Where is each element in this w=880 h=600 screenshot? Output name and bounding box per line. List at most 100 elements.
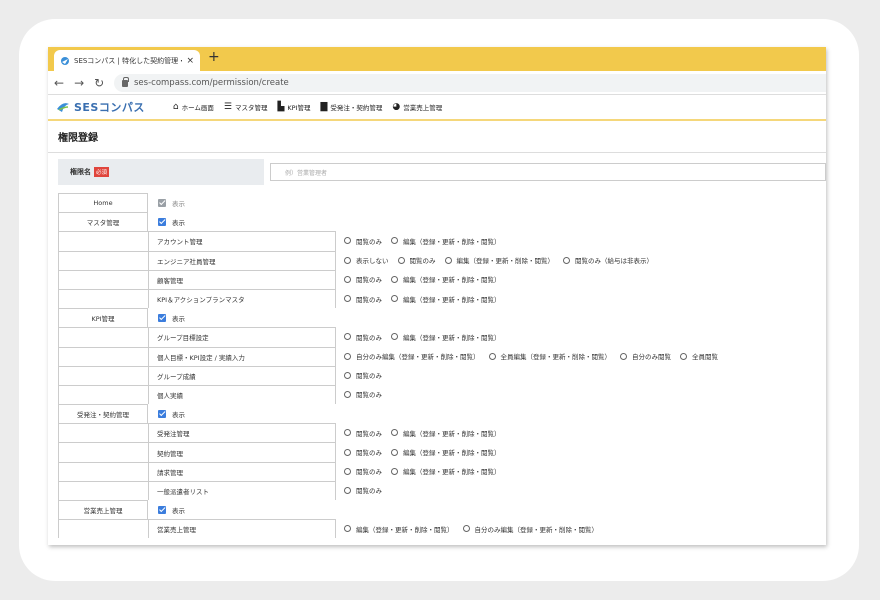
url-text: ses-compass.com/permission/create <box>134 78 289 88</box>
section-name: 受発注・契約管理 <box>58 404 148 424</box>
option-label: 閲覧のみ <box>356 429 382 438</box>
radio-button[interactable] <box>344 295 351 303</box>
forward-arrow-icon[interactable]: → <box>74 76 84 90</box>
nav-sales[interactable]: ◕ 営業売上管理 <box>392 102 442 112</box>
permission-name-input[interactable]: 例）営業管理者 <box>270 163 826 181</box>
radio-button[interactable] <box>344 467 351 475</box>
permission-radio-option[interactable]: 閲覧のみ <box>397 255 436 265</box>
permission-row: 個人目標・KPI設定 / 実績入力 自分のみ編集（登録・更新・削除・閲覧） 全員編集… <box>58 346 826 366</box>
permission-radio-option[interactable]: 閲覧のみ <box>344 274 382 284</box>
show-label: 表示 <box>172 218 185 227</box>
nav-kpi[interactable]: ▙ KPI管理 <box>277 102 310 112</box>
show-checkbox[interactable]: 表示 <box>158 212 185 231</box>
permission-item-label: 契約管理 <box>148 442 336 462</box>
permission-radio-option[interactable]: 自分のみ閲覧 <box>620 351 671 361</box>
show-label: 表示 <box>172 314 185 323</box>
checkbox-checked-icon <box>158 313 166 322</box>
radio-button[interactable] <box>344 371 351 379</box>
permission-radio-option[interactable]: 閲覧のみ（給与は非表示） <box>563 255 653 265</box>
option-label: 編集（登録・更新・削除・閲覧） <box>356 525 454 534</box>
permission-radio-option[interactable]: 編集（登録・更新・削除・閲覧） <box>391 428 501 438</box>
option-label: 自分のみ編集（登録・更新・削除・閲覧） <box>356 353 480 362</box>
nav-home[interactable]: ⌂ ホーム画面 <box>173 102 214 112</box>
address-bar: ← → ↻ ses-compass.com/permission/create <box>48 71 826 95</box>
permission-radio-option[interactable]: 閲覧のみ <box>344 447 382 457</box>
permission-item-label: アカウント管理 <box>148 231 336 251</box>
section-name: KPI管理 <box>58 308 148 328</box>
radio-button[interactable] <box>344 390 351 398</box>
permission-radio-option[interactable]: 編集（登録・更新・削除・閲覧） <box>391 447 501 457</box>
radio-button[interactable] <box>391 429 398 437</box>
new-tab-button[interactable]: + <box>208 49 220 65</box>
radio-button[interactable] <box>444 256 452 264</box>
permission-radio-option[interactable]: 編集（登録・更新・削除・閲覧） <box>344 524 454 534</box>
radio-button[interactable] <box>391 448 398 456</box>
reload-icon[interactable]: ↻ <box>94 76 104 90</box>
permission-radio-option[interactable]: 閲覧のみ <box>344 466 382 476</box>
permission-radio-option[interactable]: 表示しない <box>344 255 389 265</box>
radio-button[interactable] <box>391 295 398 303</box>
option-label: 編集（登録・更新・削除・閲覧） <box>403 295 501 304</box>
permission-radio-option[interactable]: 閲覧のみ <box>344 428 382 438</box>
option-label: 表示しない <box>356 257 389 266</box>
radio-button[interactable] <box>344 333 351 341</box>
back-arrow-icon[interactable]: ← <box>54 76 64 90</box>
permission-radio-option[interactable]: 閲覧のみ <box>344 485 382 495</box>
permission-radio-option[interactable]: 編集（登録・更新・削除・閲覧） <box>391 332 501 342</box>
radio-button[interactable] <box>680 352 687 360</box>
permission-radio-option[interactable]: 編集（登録・更新・削除・閲覧） <box>444 255 554 265</box>
tab-close-icon[interactable]: × <box>186 56 194 66</box>
app-navbar: SESコンパス ⌂ ホーム画面 ☰ マスタ管理 ▙ KPI管理 ▇ 受発注・契約管理 ◕… <box>48 95 826 121</box>
radio-button[interactable] <box>620 352 627 360</box>
permission-options: 閲覧のみ 編集（登録・更新・削除・閲覧） <box>344 423 510 442</box>
permission-radio-option[interactable]: 閲覧のみ <box>344 332 382 342</box>
permission-radio-option[interactable]: 自分のみ編集（登録・更新・削除・閲覧） <box>344 351 480 361</box>
nav-orders[interactable]: ▇ 受発注・契約管理 <box>321 102 383 112</box>
permission-item-label: 個人実績 <box>148 384 336 405</box>
show-checkbox[interactable]: 表示 <box>158 404 185 423</box>
permission-radio-option[interactable]: 閲覧のみ <box>344 389 382 399</box>
permission-radio-option[interactable]: 閲覧のみ <box>344 370 382 380</box>
section-row: 営業売上管理 表示 <box>58 500 826 520</box>
browser-tab[interactable]: SESコンパス | 特化した契約管理・営 × <box>54 50 200 71</box>
radio-button[interactable] <box>397 256 405 264</box>
show-checkbox[interactable]: 表示 <box>158 308 185 327</box>
nav-master[interactable]: ☰ マスタ管理 <box>224 102 268 112</box>
radio-button[interactable] <box>391 237 398 245</box>
permission-options: 閲覧のみ <box>344 385 391 404</box>
permission-radio-option[interactable]: 編集（登録・更新・削除・閲覧） <box>391 466 501 476</box>
radio-button[interactable] <box>344 275 351 283</box>
radio-button[interactable] <box>391 333 398 341</box>
permission-item-label: 一般派遣者リスト <box>148 480 336 500</box>
url-field[interactable]: ses-compass.com/permission/create <box>114 74 826 92</box>
radio-button[interactable] <box>344 486 351 494</box>
radio-button[interactable] <box>344 448 351 456</box>
permission-radio-option[interactable]: 編集（登録・更新・削除・閲覧） <box>391 236 501 246</box>
option-label: 編集（登録・更新・削除・閲覧） <box>403 276 501 285</box>
permission-item-label: 受発注管理 <box>148 423 336 443</box>
radio-button[interactable] <box>488 352 496 360</box>
permission-radio-option[interactable]: 閲覧のみ <box>344 294 382 304</box>
permission-table: Home 表示 マスタ管理 表示 アカウント管理 閲覧のみ 編集（登録・更新・削除・閲覧… <box>58 193 826 539</box>
permission-radio-option[interactable]: 自分のみ編集（登録・更新・削除・閲覧） <box>462 524 598 534</box>
show-checkbox[interactable]: 表示 <box>158 500 185 519</box>
permission-radio-option[interactable]: 編集（登録・更新・削除・閲覧） <box>391 294 501 304</box>
radio-button[interactable] <box>563 256 570 264</box>
radio-button[interactable] <box>344 256 351 264</box>
permission-options: 閲覧のみ 編集（登録・更新・削除・閲覧） <box>344 442 510 461</box>
radio-button[interactable] <box>344 352 351 360</box>
permission-radio-option[interactable]: 閲覧のみ <box>344 236 382 246</box>
nav-label: 受発注・契約管理 <box>330 104 383 112</box>
permission-radio-option[interactable]: 編集（登録・更新・削除・閲覧） <box>391 274 501 284</box>
radio-button[interactable] <box>391 275 398 283</box>
permission-radio-option[interactable]: 全員閲覧 <box>680 351 718 361</box>
radio-button[interactable] <box>344 429 351 437</box>
show-checkbox[interactable]: 表示 <box>158 193 185 212</box>
radio-button[interactable] <box>462 525 470 533</box>
permission-radio-option[interactable]: 全員編集（登録・更新・削除・閲覧） <box>488 351 611 361</box>
permission-row: KPI＆アクションプランマスタ 閲覧のみ 編集（登録・更新・削除・閲覧） <box>58 288 826 309</box>
radio-button[interactable] <box>344 237 351 245</box>
app-logo[interactable]: SESコンパス <box>56 99 145 115</box>
radio-button[interactable] <box>391 467 398 475</box>
radio-button[interactable] <box>344 525 351 533</box>
